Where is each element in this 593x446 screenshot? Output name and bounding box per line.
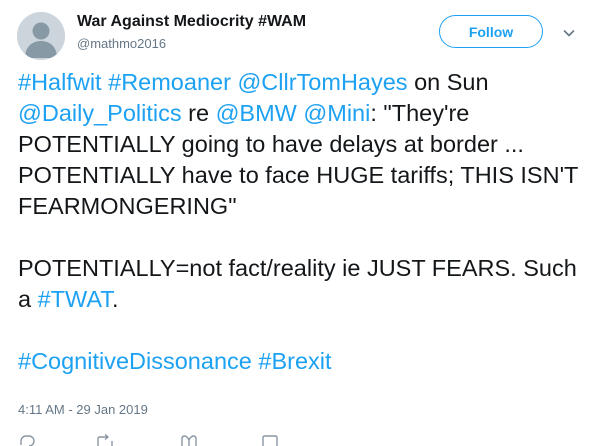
tweet-text: #Halfwit #Remoaner @CllrTomHayes on Sun … [18, 67, 588, 377]
tweet-text-segment: re [181, 100, 216, 126]
mention-link[interactable]: @Mini [303, 100, 370, 126]
avatar[interactable] [17, 12, 65, 60]
mention-link[interactable]: @Daily_Politics [18, 100, 182, 126]
tweet-timestamp[interactable]: 4:11 AM - 29 Jan 2019 [18, 402, 148, 417]
tweet-actions [18, 434, 318, 446]
like-icon[interactable] [180, 434, 198, 446]
author-handle[interactable]: @mathmo2016 [77, 36, 166, 51]
tweet-text-segment: on Sun [407, 69, 489, 95]
mention-link[interactable]: @CllrTomHayes [237, 69, 407, 95]
tweet-paragraph: POTENTIALLY=not fact/reality ie JUST FEA… [18, 253, 588, 315]
chevron-down-icon[interactable] [562, 26, 576, 40]
tweet-paragraph: #Halfwit #Remoaner @CllrTomHayes on Sun … [18, 67, 588, 222]
hashtag-link[interactable]: #TWAT [38, 286, 112, 312]
hashtag-link[interactable]: #Remoaner [108, 69, 231, 95]
reply-icon[interactable] [18, 434, 36, 446]
retweet-icon[interactable] [96, 434, 114, 446]
tweet-text-segment: . [112, 286, 119, 312]
hashtag-link[interactable]: #Brexit [258, 348, 331, 374]
tweet-paragraph: #CognitiveDissonance #Brexit [18, 346, 588, 377]
hashtag-link[interactable]: #Halfwit [18, 69, 102, 95]
direct-message-icon[interactable] [261, 434, 279, 446]
author-display-name[interactable]: War Against Mediocrity #WAM [77, 13, 306, 31]
tweet-card: War Against Mediocrity #WAM @mathmo2016 … [0, 0, 593, 446]
hashtag-link[interactable]: #CognitiveDissonance [18, 348, 252, 374]
default-avatar-icon [17, 12, 65, 60]
follow-button[interactable]: Follow [439, 15, 543, 48]
mention-link[interactable]: @BMW [216, 100, 297, 126]
